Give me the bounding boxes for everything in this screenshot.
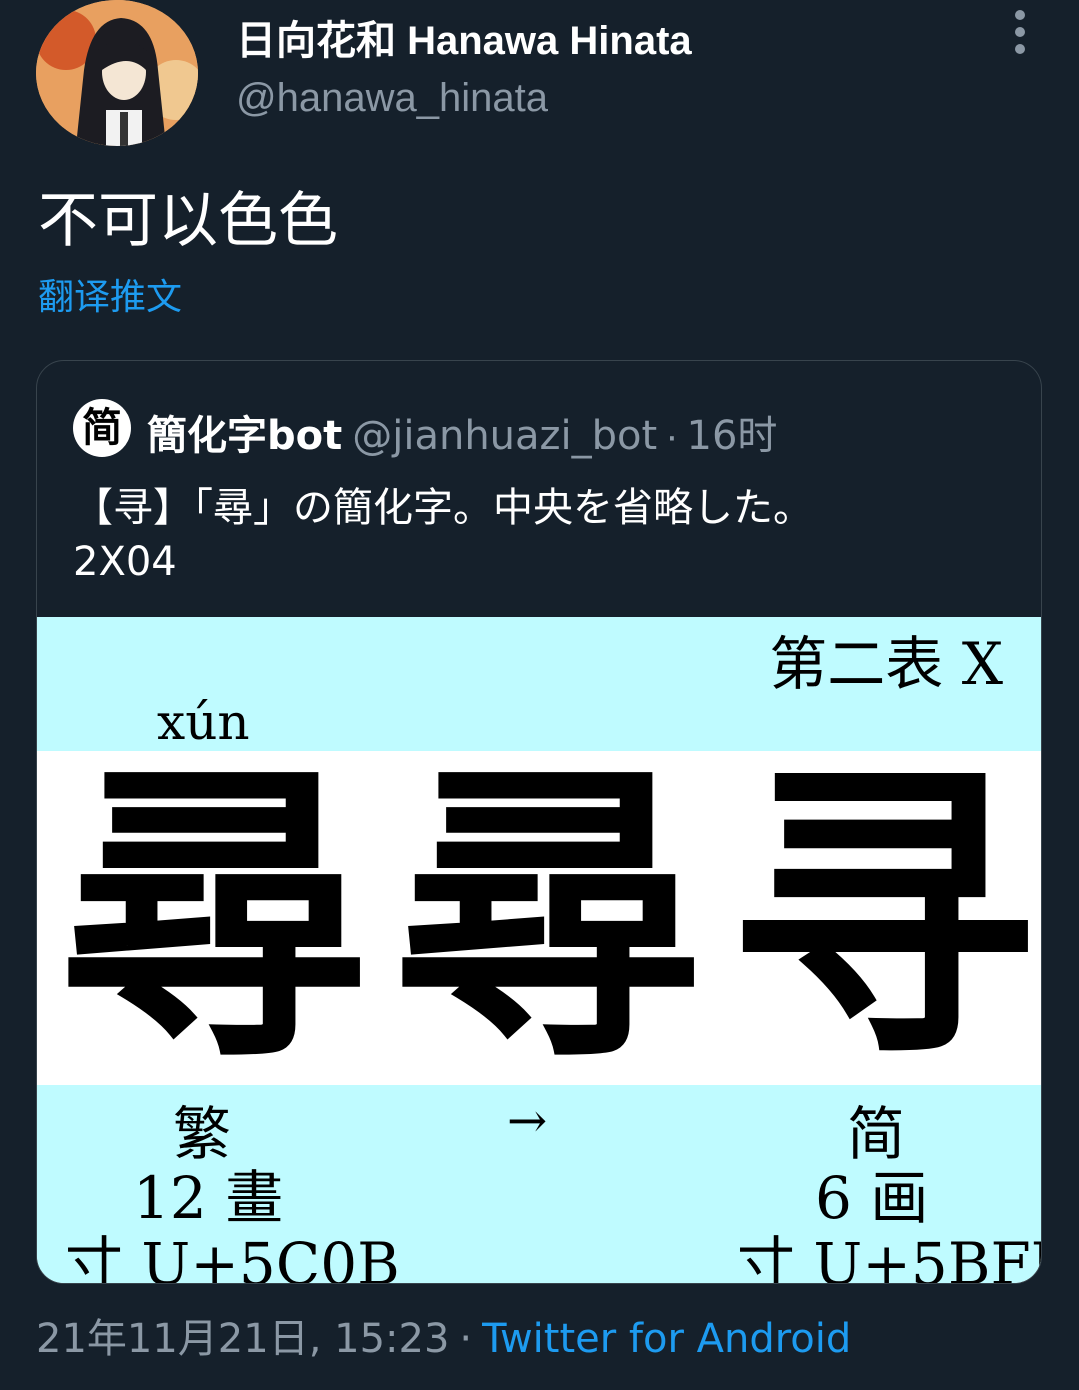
quote-time[interactable]: 16时 — [687, 413, 778, 459]
card-glyph-middle: 尋 — [393, 735, 703, 1099]
quote-separator: · — [665, 414, 679, 458]
quote-text-line1: 【寻】「尋」の簡化字。中央を省略した。 — [73, 485, 813, 531]
user-handle[interactable]: @hanawa_hinata — [236, 76, 548, 121]
quote-avatar[interactable]: 简 — [73, 399, 131, 457]
translate-tweet-link[interactable]: 翻译推文 — [38, 268, 182, 320]
card-glyph-simplified: 寻 — [727, 735, 1037, 1099]
user-display-name[interactable]: 日向花和 Hanawa Hinata — [236, 8, 692, 66]
quote-text-line2: 2X04 — [73, 539, 177, 585]
tweet-timestamp[interactable]: 21年11月21日, 15:23 — [36, 1316, 449, 1362]
metadata-separator: · — [459, 1316, 473, 1362]
card-glyph-traditional: 尋 — [59, 735, 369, 1099]
tweet-text: 不可以色色 — [38, 186, 338, 256]
quote-header: 簡化字bot @jianhuazi_bot · 16时 — [147, 403, 777, 461]
quoted-tweet[interactable]: 简 簡化字bot @jianhuazi_bot · 16时 【寻】「尋」の簡化字。中央… — [36, 360, 1042, 1284]
quote-handle[interactable]: @jianhuazi_bot — [352, 413, 657, 459]
card-simplified-code: 寸 U+5BFB — [737, 1230, 1042, 1284]
user-avatar[interactable] — [36, 0, 198, 146]
avatar-image — [36, 0, 198, 146]
more-dot — [1015, 27, 1025, 37]
tweet-source-link[interactable]: Twitter for Android — [482, 1316, 851, 1362]
more-vertical-icon[interactable] — [1004, 10, 1036, 54]
more-dot — [1015, 10, 1025, 20]
quote-display-name[interactable]: 簡化字bot — [147, 413, 342, 459]
card-traditional-code: 寸 U+5C0B — [65, 1230, 400, 1284]
tweet-metadata: 21年11月21日, 15:23 · Twitter for Android — [36, 1306, 851, 1364]
more-dot — [1015, 44, 1025, 54]
quote-media-card[interactable]: 第二表 X xún 尋 尋 寻 繁 → 简 12 畫 6 画 寸 U+5C0B … — [37, 617, 1042, 1284]
card-table-label: 第二表 X — [769, 630, 1003, 698]
card-arrow: → — [507, 1093, 548, 1149]
